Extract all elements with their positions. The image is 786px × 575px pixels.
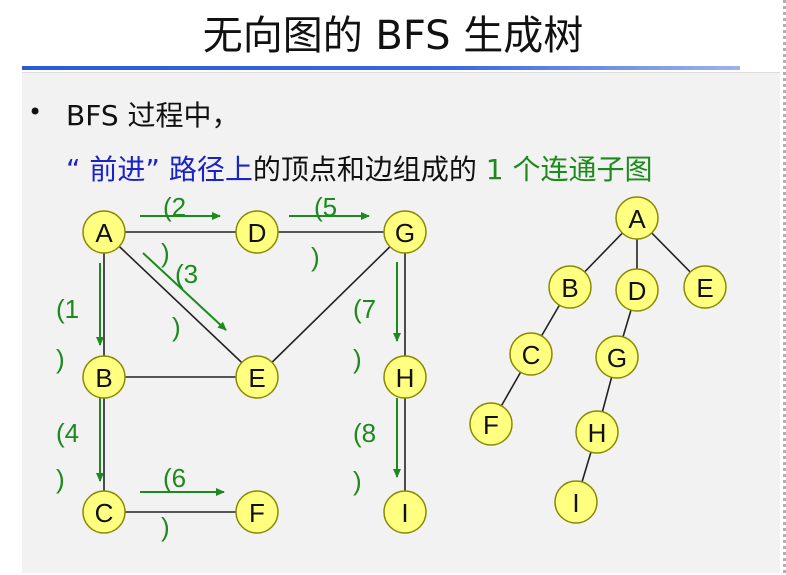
tree-node-h: H xyxy=(575,410,619,454)
graph-node-e: E xyxy=(235,355,279,399)
bfs-step-label-3: (3 xyxy=(175,259,198,289)
bfs-step-label-6: (6 xyxy=(163,463,186,493)
graph-node-label-h: H xyxy=(396,363,415,393)
graph-node-a: A xyxy=(82,210,126,254)
graph-node-label-d: D xyxy=(248,218,267,248)
tree-node-label-c: C xyxy=(522,340,541,370)
graph-node-b: B xyxy=(82,355,126,399)
tree-node-b: B xyxy=(548,265,592,309)
graph-node-i: I xyxy=(383,490,427,534)
bfs-step-label-close-7: ) xyxy=(353,344,362,374)
tree-node-label-d: D xyxy=(628,276,647,306)
tree-node-label-h: H xyxy=(588,418,607,448)
bfs-step-label-7: (7 xyxy=(353,294,376,324)
graph-node-label-f: F xyxy=(249,498,265,528)
tree-node-label-b: B xyxy=(561,273,578,303)
graph-node-label-c: C xyxy=(95,498,114,528)
graph-node-h: H xyxy=(383,355,427,399)
bfs-step-label-close-2: ) xyxy=(161,238,170,268)
bfs-step-label-close-1: ) xyxy=(56,344,65,374)
tree-node-g: G xyxy=(595,335,639,379)
bfs-step-label-close-6: ) xyxy=(161,512,170,542)
tree-node-d: D xyxy=(615,268,659,312)
bfs-step-label-close-3: ) xyxy=(172,312,181,342)
graph-node-label-e: E xyxy=(248,363,265,393)
bfs-step-label-4: (4 xyxy=(56,418,79,448)
graph-node-g: G xyxy=(383,210,427,254)
tree-node-f: F xyxy=(469,402,513,446)
bfs-step-label-2: (2 xyxy=(163,192,186,222)
tree-node-e: E xyxy=(683,265,727,309)
graph-node-f: F xyxy=(235,490,279,534)
tree-node-c: C xyxy=(509,332,553,376)
graph-node-label-g: G xyxy=(395,218,415,248)
tree-node-label-g: G xyxy=(607,343,627,373)
graph-edge-a-e xyxy=(103,231,258,378)
bfs-step-label-close-8: ) xyxy=(353,466,362,496)
graph-node-label-i: I xyxy=(401,498,408,528)
graph-node-d: D xyxy=(235,210,279,254)
tree-node-label-e: E xyxy=(696,273,713,303)
bfs-step-label-close-5: ) xyxy=(311,242,320,272)
tree-node-label-i: I xyxy=(572,488,579,518)
tree-node-i: I xyxy=(554,480,598,524)
tree-node-a: A xyxy=(615,196,659,240)
bfs-step-label-close-4: ) xyxy=(56,464,65,494)
tree-node-label-a: A xyxy=(628,204,646,234)
bfs-step-label-5: (5 xyxy=(314,192,337,222)
tree-node-label-f: F xyxy=(483,410,499,440)
bfs-diagram: (1)(2)(3)(4)(5)(6)(7)(8) A D GB E HC F I AB D EC… xyxy=(56,192,727,542)
bfs-step-label-8: (8 xyxy=(353,418,376,448)
graph-node-c: C xyxy=(82,490,126,534)
bfs-step-label-1: (1 xyxy=(56,294,79,324)
graph-edge-e-g xyxy=(256,231,406,378)
graph-node-label-a: A xyxy=(95,218,113,248)
graph-node-label-b: B xyxy=(95,363,112,393)
